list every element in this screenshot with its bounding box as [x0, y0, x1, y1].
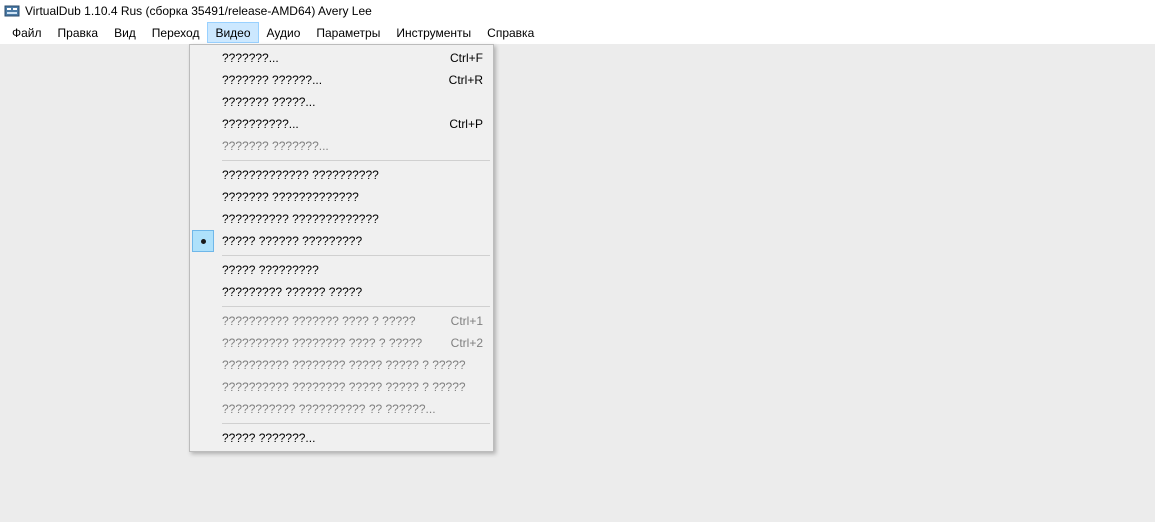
menu-item-shortcut: Ctrl+2	[451, 336, 483, 350]
menu-item-label: ???????...	[222, 51, 279, 65]
menu-item-label: ????? ?????? ?????????	[222, 234, 362, 248]
menu-params[interactable]: Параметры	[308, 22, 388, 43]
video-menu-item[interactable]: ?????????? ?????????????	[192, 208, 491, 230]
menu-file[interactable]: Файл	[4, 22, 50, 43]
menu-item-label: ?????????? ???????? ????? ????? ? ?????	[222, 380, 466, 394]
menu-audio[interactable]: Аудио	[259, 22, 309, 43]
window-title: VirtualDub 1.10.4 Rus (сборка 35491/rele…	[25, 4, 372, 18]
menu-edit[interactable]: Правка	[50, 22, 107, 43]
menu-item-label: ?????????? ???????? ???? ? ?????	[222, 336, 422, 350]
menu-view[interactable]: Вид	[106, 22, 144, 43]
menu-separator	[222, 255, 490, 256]
menu-help[interactable]: Справка	[479, 22, 542, 43]
video-menu-item[interactable]: ??????? ?????...	[192, 91, 491, 113]
video-menu-item[interactable]: ??????????... Ctrl+P	[192, 113, 491, 135]
menu-item-label: ?????????? ???????? ????? ????? ? ?????	[222, 358, 466, 372]
video-menu-item[interactable]: ????????? ?????? ?????	[192, 281, 491, 303]
video-menu-item[interactable]: ????? ???????...	[192, 427, 491, 449]
menu-tools[interactable]: Инструменты	[388, 22, 479, 43]
menu-item-label: ??????????...	[222, 117, 299, 131]
menu-bar: Файл Правка Вид Переход Видео Аудио Пара…	[0, 22, 1155, 44]
menu-item-shortcut: Ctrl+P	[449, 117, 483, 131]
workarea: ???????... Ctrl+F ??????? ??????... Ctrl+R?…	[0, 44, 1155, 522]
video-dropdown: ???????... Ctrl+F ??????? ??????... Ctrl+R?…	[189, 44, 494, 452]
menu-item-shortcut: Ctrl+1	[451, 314, 483, 328]
menu-item-label: ????? ???????...	[222, 431, 315, 445]
menu-item-label: ??????? ??????...	[222, 73, 322, 87]
menu-item-label: ????????? ?????? ?????	[222, 285, 362, 299]
radio-bullet-icon	[192, 230, 214, 252]
menu-item-shortcut: Ctrl+R	[449, 73, 483, 87]
menu-item-label: ??????????? ?????????? ?? ??????...	[222, 402, 436, 416]
menu-video[interactable]: Видео	[207, 22, 258, 43]
video-menu-item: ?????????? ???????? ????? ????? ? ?????	[192, 354, 491, 376]
menu-item-label: ??????? ?????????????	[222, 190, 359, 204]
video-menu-item: ??????????? ?????????? ?? ??????...	[192, 398, 491, 420]
title-bar: VirtualDub 1.10.4 Rus (сборка 35491/rele…	[0, 0, 1155, 22]
video-menu-item[interactable]: ??????? ??????... Ctrl+R	[192, 69, 491, 91]
video-menu-item[interactable]: ???????... Ctrl+F	[192, 47, 491, 69]
menu-go[interactable]: Переход	[144, 22, 208, 43]
app-icon	[4, 3, 20, 19]
menu-separator	[222, 306, 490, 307]
menu-item-label: ??????? ???????...	[222, 139, 329, 153]
video-menu-item[interactable]: ????????????? ??????????	[192, 164, 491, 186]
video-menu-item[interactable]: ??????? ?????????????	[192, 186, 491, 208]
menu-item-shortcut: Ctrl+F	[450, 51, 483, 65]
menu-item-label: ??????? ?????...	[222, 95, 315, 109]
video-menu-item[interactable]: ????? ?????????	[192, 259, 491, 281]
video-menu-item[interactable]: ????? ?????? ?????????	[192, 230, 491, 252]
menu-item-label: ????? ?????????	[222, 263, 319, 277]
menu-item-label: ?????????? ?????????????	[222, 212, 379, 226]
menu-item-label: ?????????? ??????? ???? ? ?????	[222, 314, 416, 328]
menu-separator	[222, 160, 490, 161]
menu-separator	[222, 423, 490, 424]
menu-item-label: ????????????? ??????????	[222, 168, 379, 182]
video-menu-item: ??????? ???????...	[192, 135, 491, 157]
video-menu-item: ?????????? ???????? ????? ????? ? ?????	[192, 376, 491, 398]
video-menu-item: ?????????? ??????? ???? ? ????? Ctrl+1	[192, 310, 491, 332]
video-menu-item: ?????????? ???????? ???? ? ????? Ctrl+2	[192, 332, 491, 354]
